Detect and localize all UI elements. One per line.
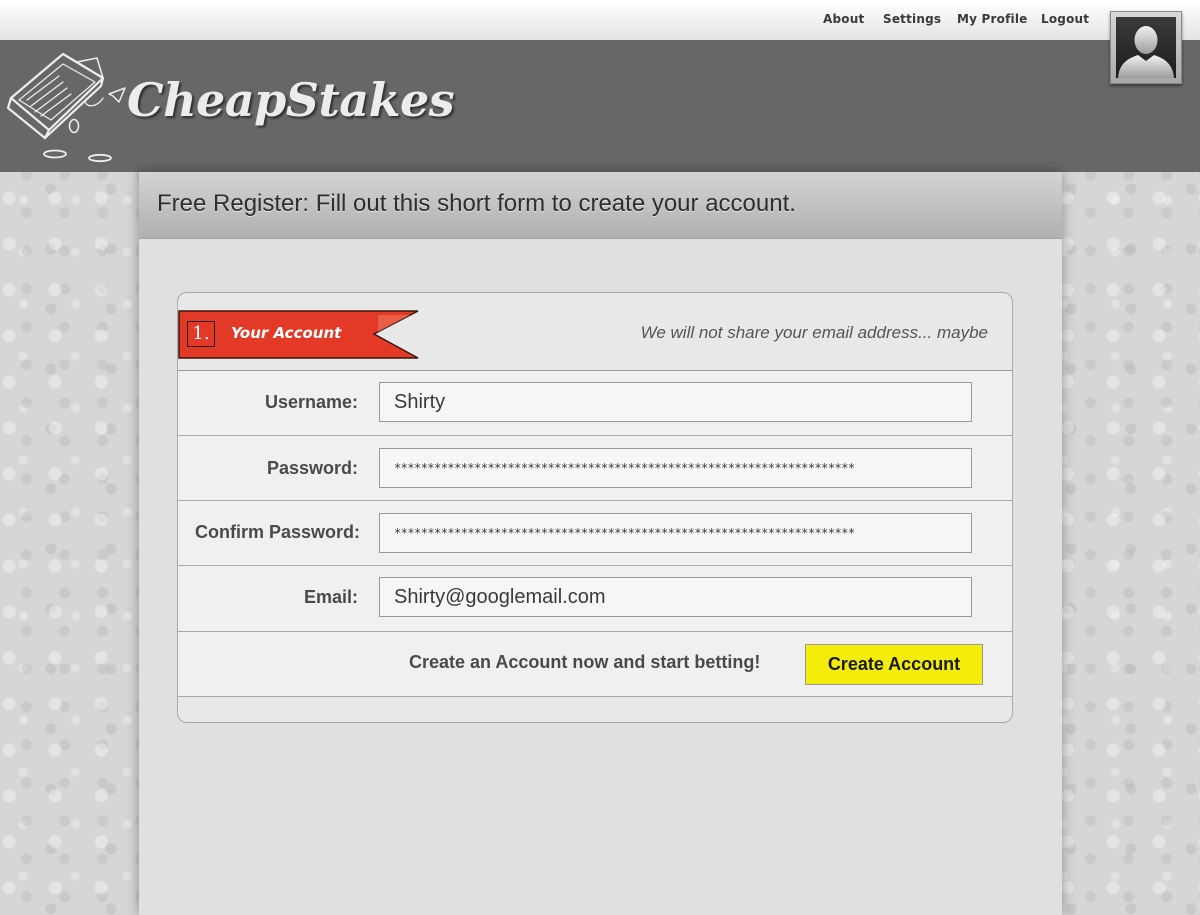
username-input[interactable] [379, 382, 972, 422]
nav-link-settings[interactable]: Settings [883, 12, 941, 26]
email-label: Email: [303, 587, 358, 607]
registration-form: 1. Your Account We will not share your e… [177, 292, 1013, 723]
brand-logo-text[interactable]: CheapStakes [127, 73, 455, 127]
user-silhouette-icon [1116, 17, 1176, 78]
submit-prompt: Create an Account now and start betting! [409, 652, 761, 672]
main-content: Free Register: Fill out this short form … [139, 172, 1062, 915]
username-label: Username: [264, 392, 358, 412]
password-input[interactable] [379, 448, 972, 488]
confirm-password-row: Confirm Password: [178, 501, 1012, 566]
section-title: Your Account [231, 324, 342, 342]
nav-link-about[interactable]: About [823, 12, 864, 26]
nav-link-logout[interactable]: Logout [1041, 12, 1089, 26]
email-row: Email: [178, 566, 1012, 632]
site-header: CheapStakes [0, 40, 1200, 172]
password-row: Password: [178, 436, 1012, 501]
top-nav-bar: About Settings My Profile Logout [0, 0, 1200, 40]
confirm-password-label: Confirm Password: [194, 522, 360, 542]
page-title: Free Register: Fill out this short form … [157, 190, 796, 217]
form-section-header: 1. Your Account We will not share your e… [178, 293, 1012, 371]
create-account-button[interactable]: Create Account [805, 644, 983, 685]
section-number: 1. [187, 321, 215, 347]
avatar[interactable] [1110, 11, 1182, 84]
page-banner: Free Register: Fill out this short form … [139, 172, 1062, 239]
username-row: Username: [178, 371, 1012, 436]
confirm-password-input[interactable] [379, 513, 972, 553]
privacy-note: We will not share your email address... … [640, 323, 988, 342]
submit-row: Create an Account now and start betting!… [178, 632, 1012, 697]
betting-slip-icon[interactable] [5, 46, 133, 171]
email-input[interactable] [379, 577, 972, 617]
nav-link-my-profile[interactable]: My Profile [957, 12, 1027, 26]
password-label: Password: [266, 458, 358, 478]
